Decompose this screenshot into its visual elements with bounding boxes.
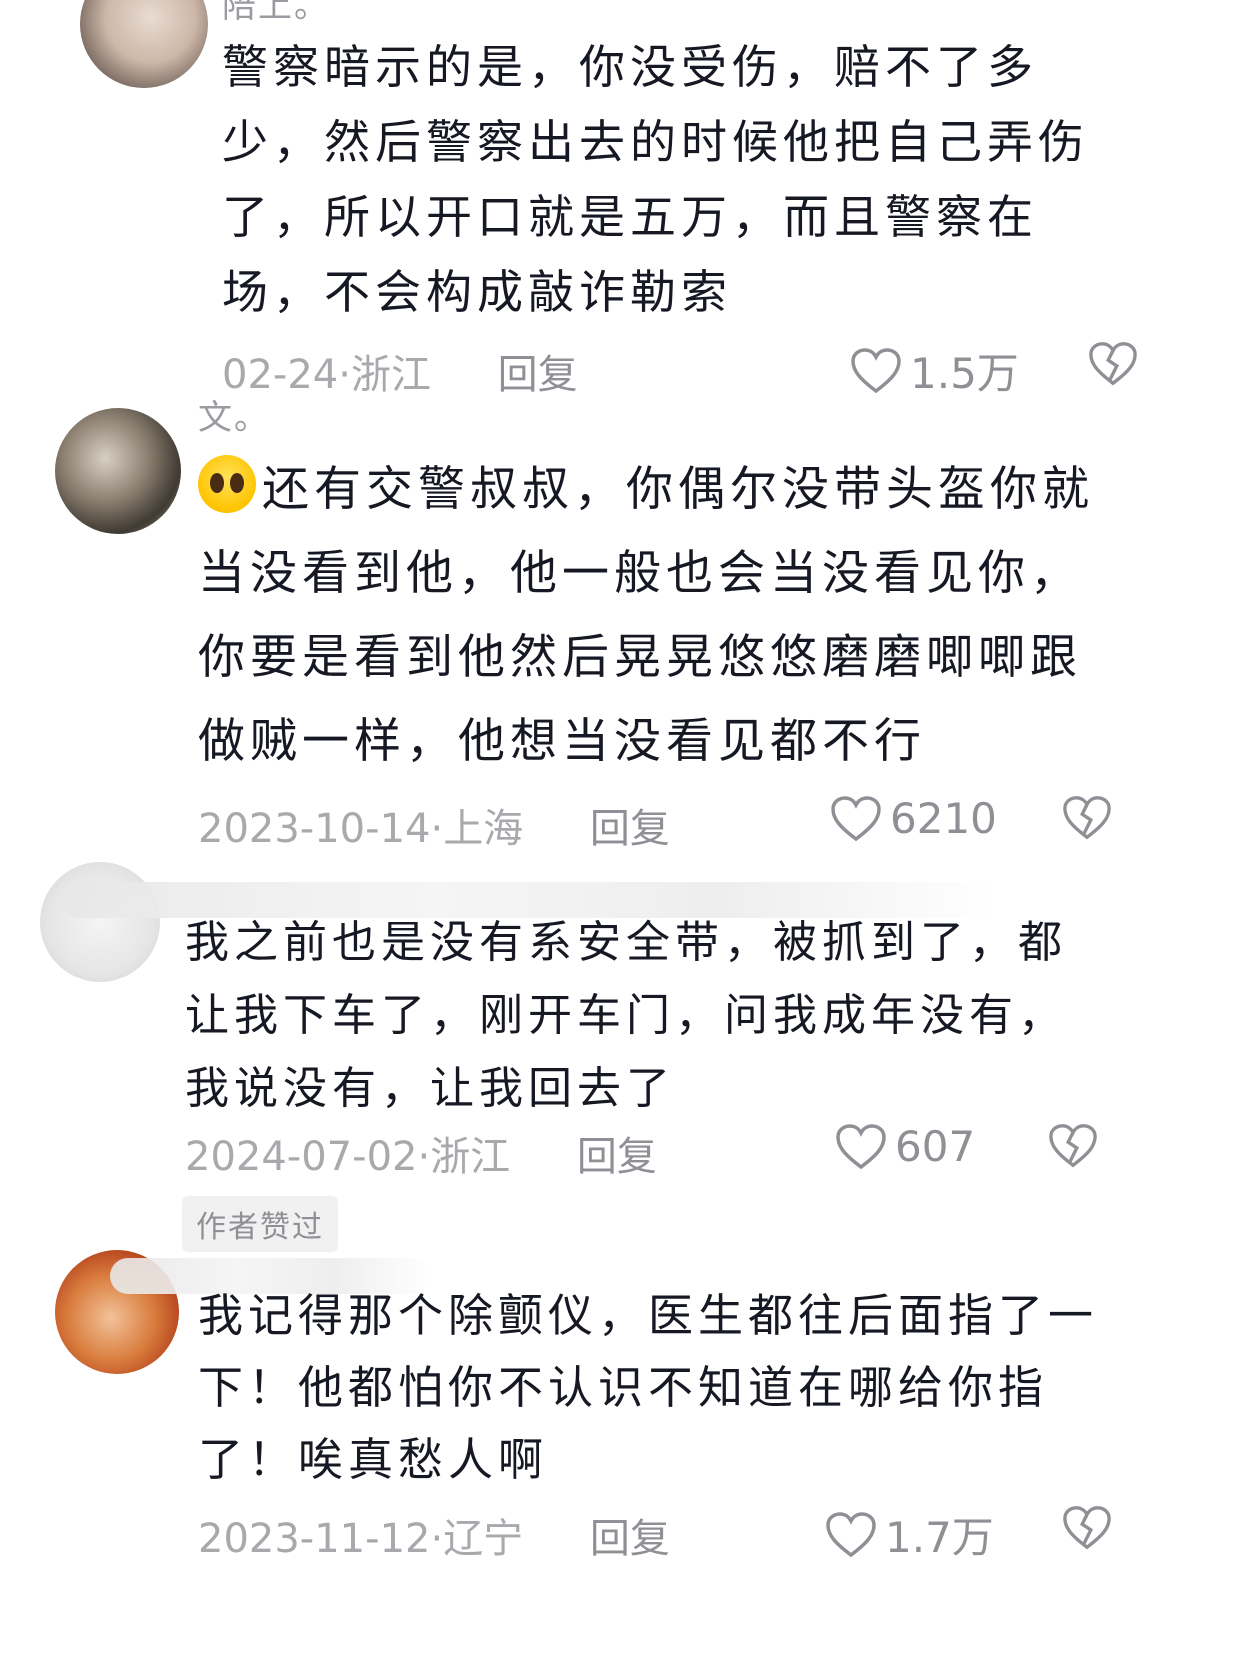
comment-date: 2023-10-14 (198, 806, 431, 852)
comment-text: 我记得那个除颤仪，医生都往后面指了一下！他都怕你不认识不知道在哪给你指了！唉真愁… (198, 1289, 1099, 1486)
like-button[interactable]: 1.5万 (850, 340, 1019, 401)
comment-text: 我之前也是没有系安全带，被抓到了，都让我下车了，刚开车门，问我成年没有，我说没有… (185, 917, 1067, 1114)
like-count: 607 (895, 1122, 976, 1171)
meta-separator: · (338, 352, 351, 398)
dislike-button[interactable] (1062, 1504, 1112, 1552)
meta-separator: · (430, 806, 444, 852)
author-liked-badge: 作者赞过 (182, 1196, 338, 1252)
like-count: 6210 (890, 794, 997, 843)
reply-button[interactable]: 回复 (577, 1124, 657, 1182)
meta-separator: · (430, 1516, 444, 1562)
broken-heart-icon (1089, 342, 1137, 386)
dislike-button[interactable] (1048, 1122, 1098, 1170)
comment-location: 上海 (443, 806, 524, 852)
heart-outline-icon (831, 795, 881, 841)
broken-heart-icon (1063, 796, 1111, 840)
heart-outline-icon (826, 1511, 876, 1557)
avatar[interactable] (40, 862, 160, 982)
comment-date: 2023-11-12 (198, 1516, 431, 1562)
username[interactable]: 陪上。 (222, 0, 330, 27)
avatar[interactable] (80, 0, 208, 88)
crying-face-emoji (198, 455, 256, 513)
heart-outline-icon (851, 347, 901, 393)
heart-outline-icon (836, 1123, 886, 1169)
comment-meta: 2024-07-02 · 浙江 回复 (185, 1124, 657, 1182)
dislike-button[interactable] (1088, 340, 1138, 388)
comment-text: 警察暗示的是，你没受伤，赔不了多少，然后警察出去的时候他把自己弄伤了，所以开口就… (222, 40, 1089, 319)
comment-meta: 02-24 · 浙江 回复 (222, 342, 578, 400)
avatar[interactable] (55, 408, 181, 534)
broken-heart-icon (1063, 1506, 1111, 1550)
like-button[interactable]: 607 (835, 1122, 975, 1171)
comment-location: 浙江 (350, 352, 431, 398)
like-count: 1.7万 (885, 1513, 994, 1562)
meta-separator: · (417, 1134, 431, 1180)
comment-location: 浙江 (430, 1134, 511, 1180)
comment-text-content: 还有交警叔叔，你偶尔没带头盔你就当没看到他，他一般也会当没看见你，你要是看到他然… (198, 462, 1094, 769)
broken-heart-icon (1049, 1124, 1097, 1168)
username[interactable]: 文。 (198, 390, 270, 439)
reply-button[interactable]: 回复 (590, 796, 670, 854)
comment-meta: 2023-10-14 · 上海 回复 (198, 796, 670, 854)
like-button[interactable]: 1.7万 (825, 1504, 994, 1565)
like-count: 1.5万 (910, 349, 1019, 398)
reply-button[interactable]: 回复 (590, 1506, 670, 1564)
comment-text: 还有交警叔叔，你偶尔没带头盔你就当没看到他，他一般也会当没看见你，你要是看到他然… (198, 448, 1128, 784)
reply-button[interactable]: 回复 (498, 342, 578, 400)
comment-location: 辽宁 (443, 1516, 524, 1562)
dislike-button[interactable] (1062, 794, 1112, 842)
comment-meta: 2023-11-12 · 辽宁 回复 (198, 1506, 670, 1564)
comment-date: 2024-07-02 (185, 1134, 418, 1180)
like-button[interactable]: 6210 (830, 794, 997, 843)
